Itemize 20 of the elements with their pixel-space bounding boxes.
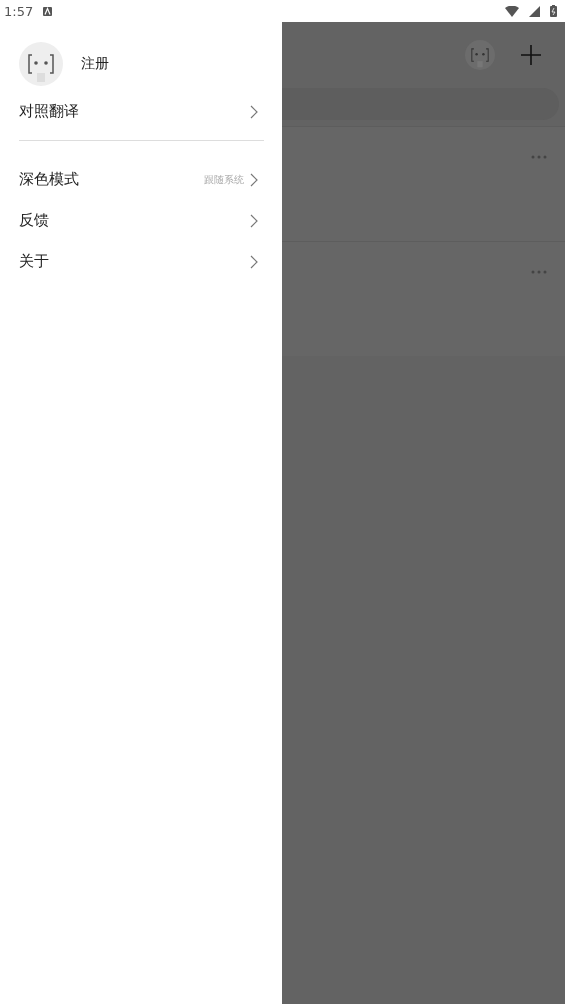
menu-item[interactable]: 深色模式 跟随系统 xyxy=(0,159,282,200)
notification-icon xyxy=(43,6,53,16)
signal-icon xyxy=(529,5,540,17)
battery-icon xyxy=(550,5,557,17)
menu-item[interactable]: 关于 xyxy=(0,241,282,282)
chevron-right-icon xyxy=(250,213,258,228)
more-icon[interactable] xyxy=(531,155,547,159)
add-icon[interactable] xyxy=(521,45,541,65)
menu-item[interactable]: 反馈 xyxy=(0,200,282,241)
robot-avatar-icon xyxy=(19,42,63,86)
search-bar[interactable] xyxy=(282,88,559,120)
menu-item[interactable]: 对照翻译 xyxy=(0,91,282,132)
status-time: 1:57 xyxy=(4,3,34,19)
more-icon[interactable] xyxy=(531,270,547,274)
chevron-right-icon xyxy=(250,254,258,269)
wifi-icon xyxy=(505,5,519,17)
chevron-right-icon xyxy=(250,104,258,119)
chevron-right-icon xyxy=(250,172,258,187)
robot-avatar-icon[interactable] xyxy=(465,40,495,70)
register-link[interactable]: 注册 xyxy=(81,55,109,73)
